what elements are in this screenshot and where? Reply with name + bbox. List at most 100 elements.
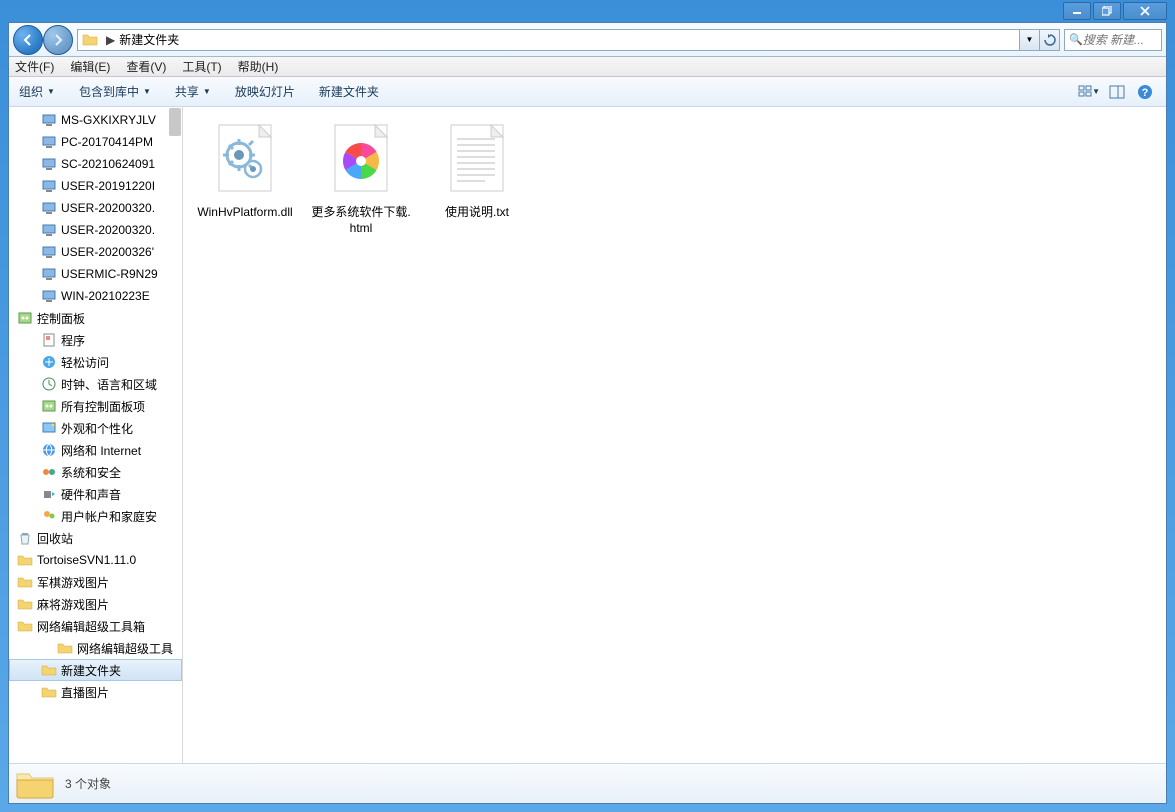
include-button[interactable]: 包含到库中▼ — [79, 83, 151, 100]
current-path: 新建文件夹 — [119, 31, 179, 48]
close-button[interactable] — [1123, 2, 1167, 20]
status-bar: 3 个对象 — [9, 763, 1166, 803]
txt-file-icon — [437, 119, 517, 199]
refresh-button[interactable] — [1040, 29, 1060, 51]
tree-item[interactable]: 回收站 — [9, 527, 182, 549]
file-list[interactable]: WinHvPlatform.dll 更多系统软件下载.html 使用说明.txt — [183, 107, 1166, 763]
tree-item-label: USER-20200326' — [61, 245, 154, 259]
html-file-icon — [321, 119, 401, 199]
path-separator: ▶ — [102, 33, 119, 47]
tree-item-label: 网络编辑超级工具箱 — [37, 618, 145, 635]
main-area: MS-GXKIXRYJLV PC-20170414PM SC-20210624091… — [9, 107, 1166, 763]
menu-help[interactable]: 帮助(H) — [238, 58, 279, 75]
minimize-button[interactable] — [1063, 2, 1091, 20]
tree-item[interactable]: 直播图片 — [9, 681, 182, 703]
tree-item[interactable]: 网络和 Internet — [9, 439, 182, 461]
file-item[interactable]: WinHvPlatform.dll — [195, 119, 295, 221]
menu-tools[interactable]: 工具(T) — [182, 58, 221, 75]
forward-button[interactable] — [43, 25, 73, 55]
tree-item[interactable]: 程序 — [9, 329, 182, 351]
tree-item[interactable]: 军棋游戏图片 — [9, 571, 182, 593]
computer-icon — [41, 288, 57, 304]
status-text: 3 个对象 — [65, 775, 111, 792]
tree-item[interactable]: USER-20200320. — [9, 197, 182, 219]
tree-item-label: 时钟、语言和区域 — [61, 376, 157, 393]
recycle-icon — [17, 530, 33, 546]
security-icon — [41, 464, 57, 480]
folder-icon — [82, 32, 98, 48]
navigation-pane[interactable]: MS-GXKIXRYJLV PC-20170414PM SC-20210624091… — [9, 107, 183, 763]
address-dropdown[interactable]: ▼ — [1020, 29, 1040, 51]
tree-item-label: 控制面板 — [37, 310, 85, 327]
tree-item[interactable]: 控制面板 — [9, 307, 182, 329]
tree-item[interactable]: USERMIC-R9N29 — [9, 263, 182, 285]
tree-item[interactable]: 轻松访问 — [9, 351, 182, 373]
tree-item[interactable]: 硬件和声音 — [9, 483, 182, 505]
tree-item[interactable]: 新建文件夹 — [9, 659, 182, 681]
tree-item[interactable]: 麻将游戏图片 — [9, 593, 182, 615]
restore-button[interactable] — [1093, 2, 1121, 20]
tree-item-label: 麻将游戏图片 — [37, 596, 109, 613]
scrollbar-thumb[interactable] — [169, 108, 181, 136]
menu-edit[interactable]: 编辑(E) — [70, 58, 110, 75]
search-input[interactable] — [1083, 33, 1157, 47]
computer-icon — [41, 178, 57, 194]
tree-item-label: PC-20170414PM — [61, 135, 153, 149]
computer-icon — [41, 156, 57, 172]
tree-item[interactable]: 网络编辑超级工具 — [9, 637, 182, 659]
tree-item[interactable]: USER-20200320. — [9, 219, 182, 241]
tree-item[interactable]: USER-20191220I — [9, 175, 182, 197]
slideshow-button[interactable]: 放映幻灯片 — [235, 83, 295, 100]
tree-item-label: USER-20191220I — [61, 179, 155, 193]
file-name: 更多系统软件下载.html — [311, 205, 411, 236]
tree-item[interactable]: 系统和安全 — [9, 461, 182, 483]
computer-icon — [41, 112, 57, 128]
tree-item[interactable]: 用户帐户和家庭安 — [9, 505, 182, 527]
tree-item[interactable]: MS-GXKIXRYJLV — [9, 109, 182, 131]
users-icon — [41, 508, 57, 524]
tree-item-label: 硬件和声音 — [61, 486, 121, 503]
clock-icon — [41, 376, 57, 392]
svg-text:?: ? — [1142, 87, 1149, 99]
tree-item[interactable]: 外观和个性化 — [9, 417, 182, 439]
preview-pane-button[interactable] — [1106, 81, 1128, 103]
appearance-icon — [41, 420, 57, 436]
help-button[interactable]: ? — [1134, 81, 1156, 103]
newfolder-button[interactable]: 新建文件夹 — [319, 83, 379, 100]
file-name: WinHvPlatform.dll — [195, 205, 295, 221]
tree-item-label: 回收站 — [37, 530, 73, 547]
tree-item-label: WIN-20210223E — [61, 289, 150, 303]
back-button[interactable] — [13, 25, 43, 55]
tree-item[interactable]: USER-20200326' — [9, 241, 182, 263]
tree-item-label: USERMIC-R9N29 — [61, 267, 158, 281]
file-item[interactable]: 更多系统软件下载.html — [311, 119, 411, 236]
tree-item[interactable]: 时钟、语言和区域 — [9, 373, 182, 395]
search-box[interactable]: 🔍 — [1064, 29, 1162, 51]
menu-file[interactable]: 文件(F) — [15, 58, 54, 75]
computer-icon — [41, 134, 57, 150]
tree-item[interactable]: 所有控制面板项 — [9, 395, 182, 417]
tree-item-label: 轻松访问 — [61, 354, 109, 371]
folder-icon — [41, 684, 57, 700]
menu-view[interactable]: 查看(V) — [126, 58, 166, 75]
computer-icon — [41, 222, 57, 238]
tree-item-label: MS-GXKIXRYJLV — [61, 113, 156, 127]
tree-item-label: 军棋游戏图片 — [37, 574, 109, 591]
titlebar — [0, 0, 1175, 22]
address-bar[interactable]: ▶ 新建文件夹 — [77, 29, 1020, 51]
tree-item[interactable]: SC-20210624091 — [9, 153, 182, 175]
view-button[interactable]: ▼ — [1078, 81, 1100, 103]
tree-item[interactable]: PC-20170414PM — [9, 131, 182, 153]
organize-button[interactable]: 组织▼ — [19, 83, 55, 100]
cpanel-icon — [41, 398, 57, 414]
tree-item[interactable]: 网络编辑超级工具箱 — [9, 615, 182, 637]
share-button[interactable]: 共享▼ — [175, 83, 211, 100]
nav-row: ▶ 新建文件夹 ▼ 🔍 — [9, 23, 1166, 57]
file-item[interactable]: 使用说明.txt — [427, 119, 527, 221]
toolbar: 组织▼ 包含到库中▼ 共享▼ 放映幻灯片 新建文件夹 ▼ ? — [9, 77, 1166, 107]
file-name: 使用说明.txt — [427, 205, 527, 221]
tree-item[interactable]: TortoiseSVN1.11.0 — [9, 549, 182, 571]
ease-icon — [41, 354, 57, 370]
cpanel-icon — [17, 310, 33, 326]
tree-item[interactable]: WIN-20210223E — [9, 285, 182, 307]
